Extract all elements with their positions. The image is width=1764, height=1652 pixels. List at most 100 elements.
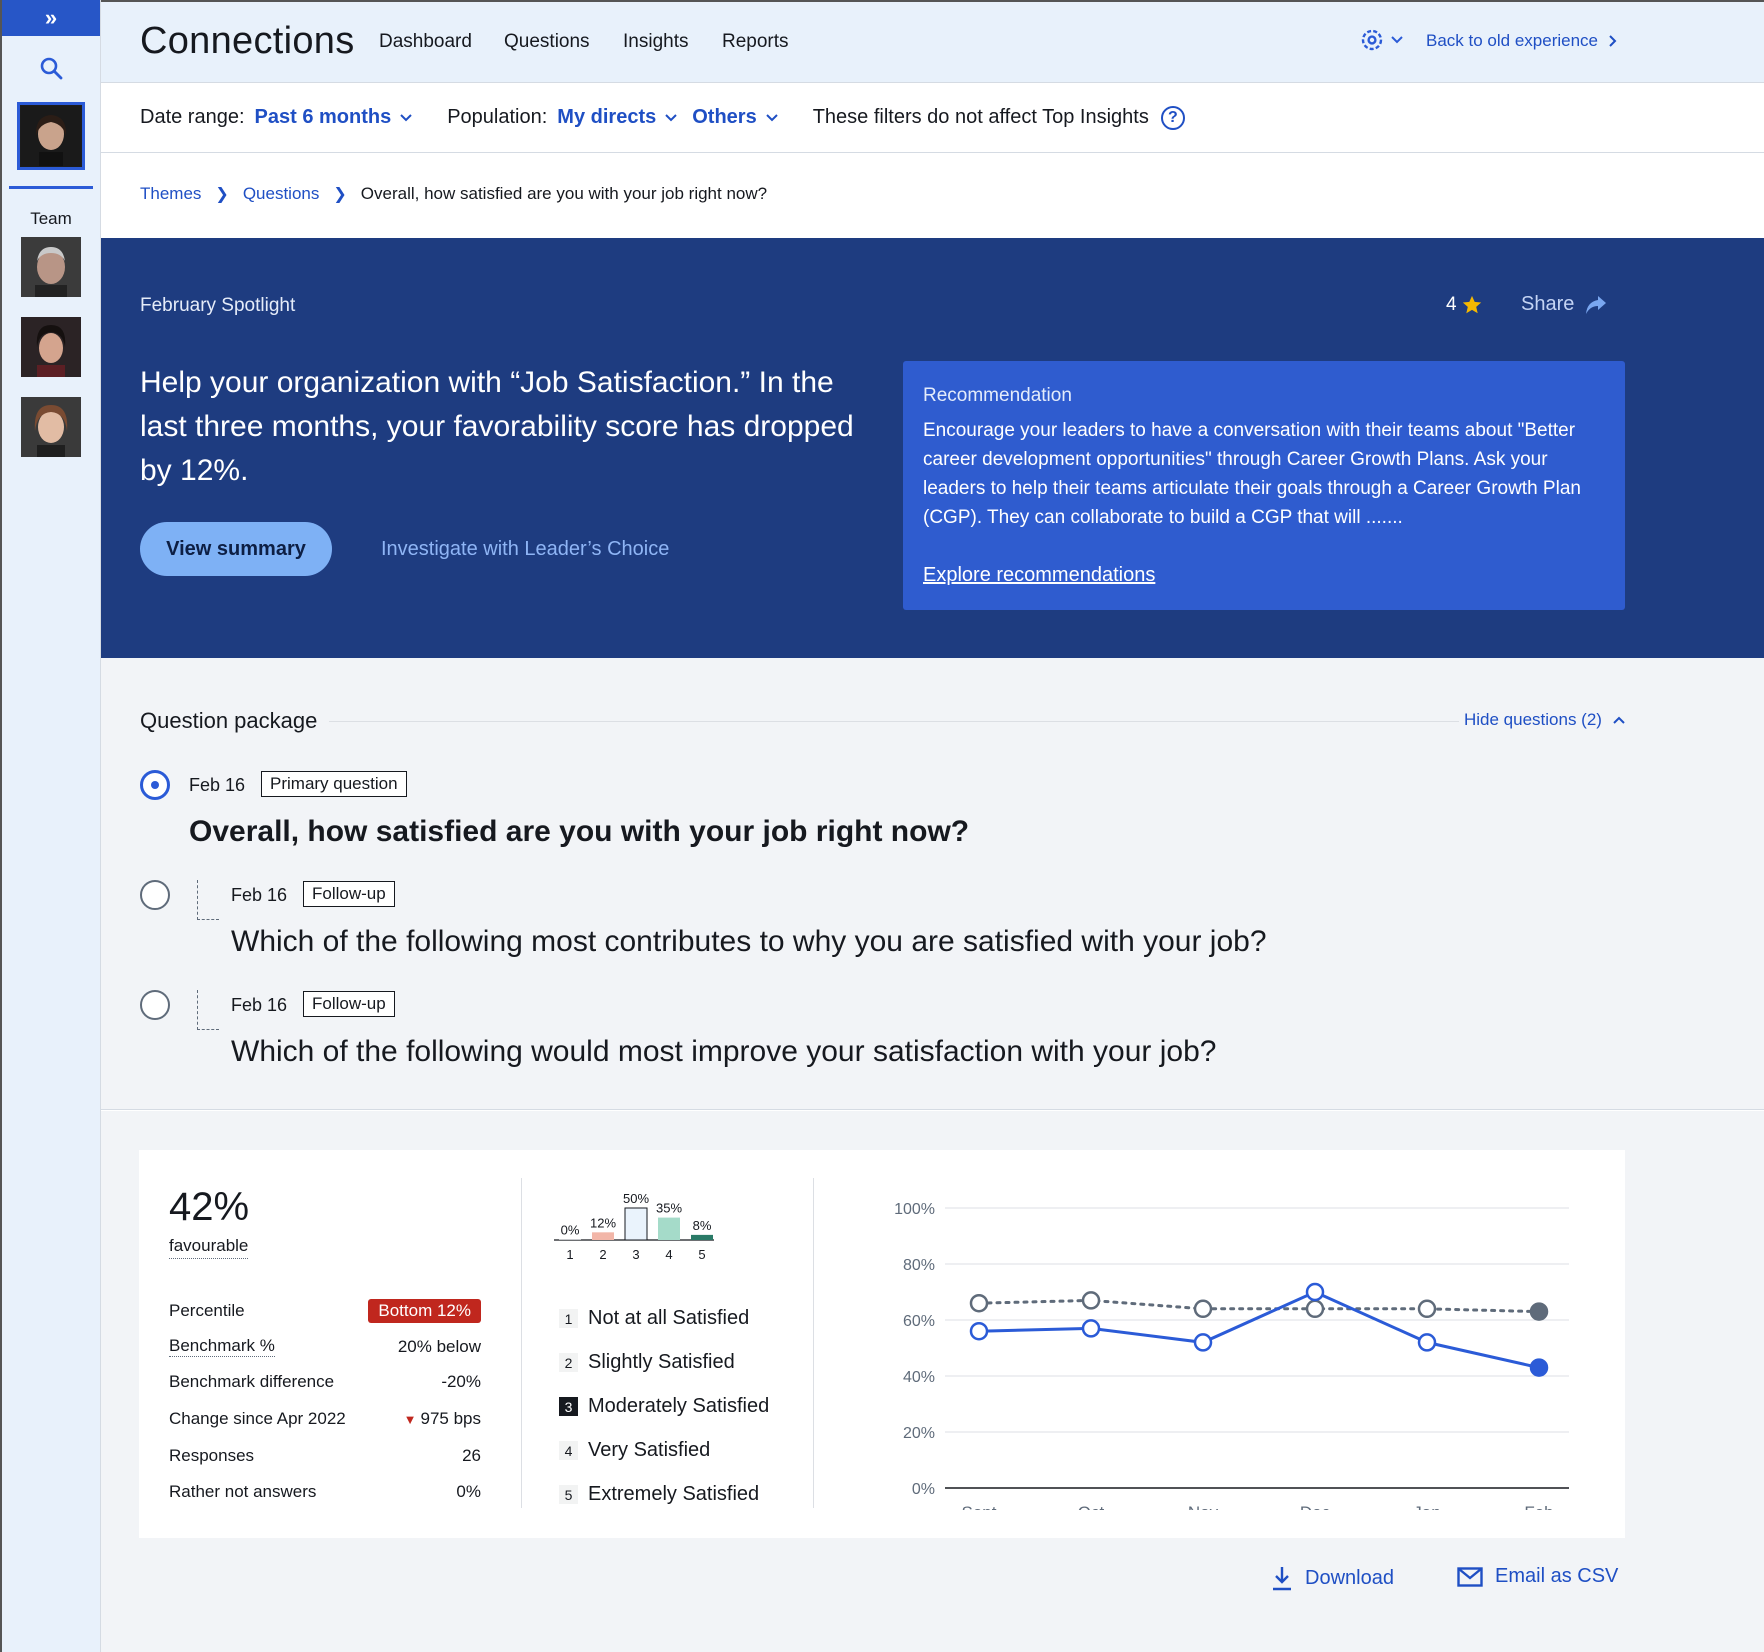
chevron-up-icon [1613,716,1625,724]
down-triangle-icon: ▼ [403,1412,417,1427]
x-tick-label: Feb [1524,1503,1553,1510]
settings-menu-button[interactable] [1358,26,1404,54]
score-point[interactable] [1305,1282,1325,1302]
date-range-dropdown[interactable]: Past 6 months [255,106,414,129]
score-point[interactable] [969,1321,989,1341]
nav-questions[interactable]: Questions [504,31,590,53]
spotlight-label: February Spotlight [140,295,296,316]
download-button[interactable]: Download [1271,1565,1394,1591]
back-to-old-experience-link[interactable]: Back to old experience [1426,31,1618,51]
stat-label[interactable]: Benchmark % [169,1336,275,1357]
primary-question-tag: Primary question [261,771,407,797]
y-tick-label: 60% [903,1313,935,1330]
search-button[interactable] [2,56,100,80]
bar-category-label: 2 [599,1247,606,1262]
stat-percentile: Percentile Bottom 12% [169,1299,481,1323]
bar-category-label: 3 [632,1247,639,1262]
stat-benchmark-difference: Benchmark difference -20% [169,1372,481,1392]
chevron-right-icon: ❯ [333,186,347,203]
chevron-right-icon: ❯ [215,186,229,203]
share-label: Share [1521,293,1575,315]
legend-label: Slightly Satisfied [588,1351,735,1373]
question-package-title: Question package [140,708,318,733]
favourable-label[interactable]: favourable [169,1236,249,1259]
stat-value: 20% below [397,1336,481,1356]
hide-questions-button[interactable]: Hide questions (2) [1464,710,1626,730]
investigate-link[interactable]: Investigate with Leader’s Choice [381,538,669,561]
view-summary-button[interactable]: View summary [140,522,332,576]
question-radio-primary[interactable] [140,770,170,800]
chevron-down-icon [400,113,412,121]
score-series-line [977,1290,1541,1370]
question-radio-followup[interactable] [140,880,170,910]
legend-number: 5 [559,1485,578,1504]
bar-value-label: 50% [623,1191,649,1206]
date-range-value: Past 6 months [254,106,392,128]
score-point[interactable] [1529,1358,1549,1377]
benchmark-point[interactable] [1193,1299,1213,1319]
my-avatar[interactable] [17,102,85,170]
score-point[interactable] [1193,1333,1213,1352]
explore-recommendations-link[interactable]: Explore recommendations [923,564,1155,587]
benchmark-point[interactable] [969,1293,989,1313]
breadcrumb-questions[interactable]: Questions [243,184,320,204]
help-icon[interactable]: ? [1160,105,1185,130]
bar-category-label: 5 [698,1247,705,1262]
recommendation-card: Recommendation Encourage your leaders to… [903,361,1625,610]
question-text[interactable]: Overall, how satisfied are you with your… [189,815,969,849]
chevron-down-icon [1391,36,1403,44]
benchmark-point[interactable] [1305,1299,1325,1319]
stat-label: Change since Apr 2022 [169,1409,346,1428]
bar-category-label: 1 [566,1247,573,1262]
legend-item: 2 Slightly Satisfied [559,1351,735,1374]
y-tick-label: 100% [894,1201,935,1218]
stat-value-wrap: ▼ 975 bps [404,1409,481,1429]
team-label: Team [30,209,72,228]
population-dropdown[interactable]: My directs [557,106,678,129]
percentile-badge: Bottom 12% [368,1299,481,1323]
others-value: Others [692,106,757,128]
question-date: Feb 16 [189,775,246,795]
filters-note-text: These filters do not affect Top Insights [812,106,1149,128]
follow-up-connector [197,880,219,920]
share-button[interactable]: Share [1521,293,1608,316]
question-text[interactable]: Which of the following most contributes … [231,925,1267,959]
stat-benchmark-pct: Benchmark % 20% below [169,1336,481,1357]
recommendation-body: Encourage your leaders to have a convers… [923,420,1581,528]
distribution-bar [559,1239,581,1240]
download-label: Download [1305,1566,1394,1589]
others-dropdown[interactable]: Others [692,106,778,129]
legend-item: 3 Moderately Satisfied [559,1395,769,1418]
benchmark-point[interactable] [1081,1291,1101,1310]
email-csv-button[interactable]: Email as CSV [1457,1565,1618,1588]
rating-value: 4 [1446,294,1457,315]
distribution-bar-chart: 0% 1 12% 2 50% 3 35% 4 8% 5 [554,1191,714,1262]
stat-label: Rather not answers [169,1482,317,1501]
benchmark-point[interactable] [1529,1302,1549,1321]
double-chevron-right-icon: » [44,5,58,30]
legend-item: 5 Extremely Satisfied [559,1483,759,1506]
nav-reports[interactable]: Reports [722,31,789,53]
hide-questions-label: Hide questions (2) [1464,710,1602,729]
question-text[interactable]: Which of the following would most improv… [231,1035,1216,1069]
breadcrumb-themes[interactable]: Themes [140,184,201,204]
filter-bar: Date range: Past 6 months Population: My… [101,83,1764,153]
team-member-avatar[interactable] [21,317,81,377]
nav-dashboard[interactable]: Dashboard [379,31,472,53]
stat-label: Benchmark difference [169,1372,335,1391]
spotlight-rating[interactable]: 4 [1446,294,1483,316]
score-point[interactable] [1081,1319,1101,1338]
trend-line-chart: 0% 20% 40% 60% 80% 100% Sept Oct Nov Dec Jan Feb [894,1201,1569,1510]
y-tick-label: 0% [912,1481,935,1498]
expand-sidebar-button[interactable]: » [2,0,100,36]
benchmark-point[interactable] [1417,1299,1437,1319]
nav-insights[interactable]: Insights [623,31,688,53]
team-member-avatar[interactable] [21,237,81,297]
y-tick-label: 20% [903,1425,935,1442]
question-radio-followup[interactable] [140,990,170,1020]
score-point[interactable] [1417,1333,1437,1352]
share-arrow-icon [1586,295,1607,314]
team-member-avatar[interactable] [21,397,81,457]
email-csv-label: Email as CSV [1495,1565,1619,1587]
spotlight-headline: Help your organization with “Job Satisfa… [140,366,854,487]
